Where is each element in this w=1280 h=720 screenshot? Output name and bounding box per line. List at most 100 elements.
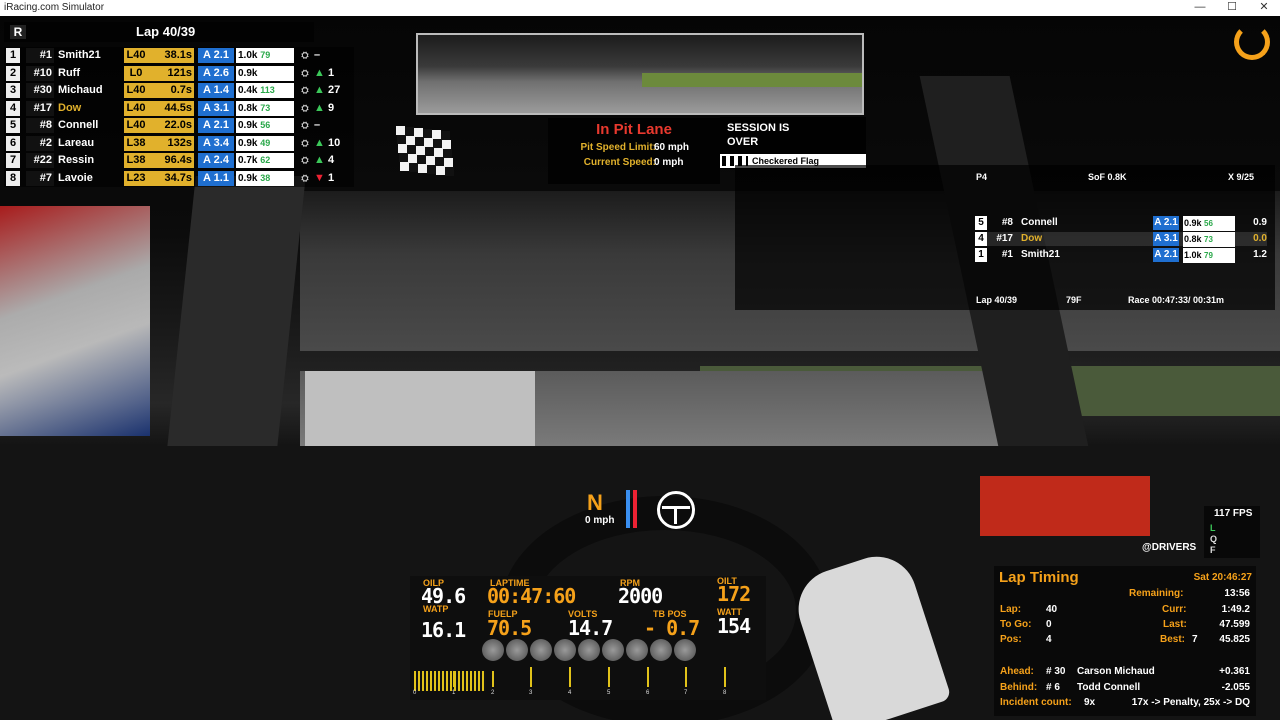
quality-indicator: Q — [1210, 534, 1218, 544]
position: 5 — [975, 216, 987, 230]
lap-badge: L23 — [124, 170, 148, 186]
gear-indicator: N — [587, 490, 603, 515]
race-time: Race 00:47:33/ 00:31m — [1128, 295, 1225, 305]
relative-row: 4 #17 Dow A 3.1 0.8k 73 0.0 — [975, 232, 1267, 247]
position: 2 — [6, 65, 20, 81]
curr-value: 1:49.2 — [1221, 604, 1250, 615]
close-button[interactable]: ✕ — [1248, 0, 1280, 16]
minimize-button[interactable]: — — [1184, 0, 1216, 16]
relative-position: P4 — [976, 172, 988, 182]
car-number: #22 — [26, 153, 54, 168]
lap-timing-panel: Lap Timing Sat 20:46:27 Remaining: 13:56… — [994, 566, 1256, 716]
standings-row: 7 #22 Ressin L38 96.4s A 2.4 0.7k 62 ⛭ ▲ 4 — [4, 152, 354, 170]
license-badge: A 3.1 — [198, 100, 234, 116]
session-status-panel: SESSION IS OVER Checkered Flag — [720, 117, 866, 169]
frame-indicator: F — [1210, 545, 1216, 555]
lap-badge: L38 — [124, 135, 148, 151]
driver-name: Dow — [1021, 233, 1043, 244]
gap-time: 121s — [148, 65, 194, 81]
laptime-value: 00:47:60 — [487, 584, 576, 608]
irating-value: 0.9k — [238, 137, 258, 149]
irating-value: 0.8k — [238, 102, 258, 114]
irating-value: 0.9k — [238, 120, 258, 131]
flag-cell — [445, 167, 454, 176]
rpm-tick — [647, 667, 649, 687]
flag-cell — [436, 166, 445, 175]
relative-gap: 0.0 — [1253, 233, 1267, 244]
irating-value: 0.9k — [238, 172, 258, 184]
watp-label: WATP — [423, 604, 449, 614]
ahead-gap: +0.361 — [1219, 666, 1250, 677]
position: 6 — [6, 135, 20, 151]
irating-badge: 0.4k 113 — [236, 83, 294, 98]
car-icon: ⛭ — [301, 172, 309, 183]
pit-crew-member — [0, 206, 150, 436]
irating-delta: 49 — [260, 137, 271, 148]
standings-row: 3 #30 Michaud L40 0.7s A 1.4 0.4k 113 ⛭ ▲ 27 — [4, 82, 354, 100]
position: 5 — [6, 118, 20, 133]
car-number: #8 — [26, 118, 54, 133]
flag-cell — [399, 153, 408, 162]
shift-light — [650, 639, 672, 661]
irating-badge: 1.0k 79 — [1183, 248, 1235, 263]
flag-cell — [398, 144, 407, 153]
pitstop-refresh-icon[interactable] — [1234, 24, 1270, 60]
to-go-value: 0 — [1046, 619, 1052, 630]
rpm-value: 2000 — [618, 584, 663, 608]
maximize-button[interactable]: ☐ — [1216, 0, 1248, 16]
irating-value: 0.7k — [238, 155, 258, 166]
standings-row: 6 #2 Lareau L38 132s A 3.4 0.9k 49 ⛭ ▲ 10 — [4, 135, 354, 153]
flag-cell — [416, 146, 425, 155]
driver-name: Connell — [1021, 217, 1058, 228]
lap-badge: L40 — [124, 118, 148, 133]
ahead-number: # 30 — [1046, 666, 1066, 677]
irating-delta: 56 — [260, 120, 271, 130]
dash-switch-box — [980, 476, 1150, 536]
relative-row: 5 #8 Connell A 2.1 0.9k 56 0.9 — [975, 216, 1267, 231]
car-icon: ⛭ — [301, 102, 309, 113]
driver-name: Smith21 — [58, 49, 101, 61]
position-change: ▲ 10 — [314, 136, 341, 149]
lap-timing-clock: Sat 20:46:27 — [1193, 572, 1252, 583]
car-number: #2 — [26, 135, 54, 151]
lap-badge: L38 — [124, 153, 148, 168]
shift-light — [482, 639, 504, 661]
rpm-tick — [414, 671, 416, 687]
tb-pos-value: - 0.7 — [644, 616, 700, 640]
standings-row: 5 #8 Connell L40 22.0s A 2.1 0.9k 56 ⛭ – — [4, 117, 354, 135]
gap-time: 96.4s — [148, 153, 194, 168]
flag-cell — [396, 126, 405, 135]
behind-driver: Todd Connell — [1077, 682, 1141, 693]
position-change: ▲ 4 — [314, 154, 335, 166]
flag-cell — [425, 147, 434, 156]
irating-badge: 0.9k 38 — [236, 170, 294, 186]
position-change-value: 9 — [327, 101, 335, 114]
rpm-tick-label: 4 — [568, 690, 572, 696]
lap-value: 40 — [1046, 604, 1058, 615]
fps-value: 117 FPS — [1214, 508, 1253, 519]
rpm-tick — [685, 667, 687, 687]
driver-name: Smith21 — [1021, 249, 1060, 260]
irating-delta: 56 — [1204, 219, 1213, 228]
driver-name: Ruff — [58, 66, 80, 79]
flag-cell — [435, 157, 444, 166]
irating-value: 0.9k — [1184, 218, 1202, 228]
incident-rule: 17x -> Penalty, 25x -> DQ — [1131, 697, 1250, 708]
driver-name: Ressin — [58, 154, 95, 166]
car-icon: ⛭ — [301, 50, 309, 60]
rpm-tick-label: 5 — [607, 690, 611, 696]
license-badge: A 2.4 — [198, 153, 234, 168]
steering-wheel-icon — [657, 491, 695, 529]
driver-name: Connell — [58, 119, 99, 131]
car-number: #17 — [26, 100, 54, 116]
rpm-tick — [530, 667, 532, 687]
last-value: 47.599 — [1219, 619, 1250, 630]
shift-light — [674, 639, 696, 661]
position-change: – — [314, 118, 350, 133]
irating-delta: 73 — [1204, 235, 1213, 244]
current-speed-value: 0 mph — [654, 157, 684, 168]
session-status-line2: OVER — [727, 136, 759, 148]
position: 4 — [6, 100, 20, 116]
standings-header: R Lap 40/39 — [4, 22, 314, 42]
car-number: #10 — [26, 65, 54, 81]
